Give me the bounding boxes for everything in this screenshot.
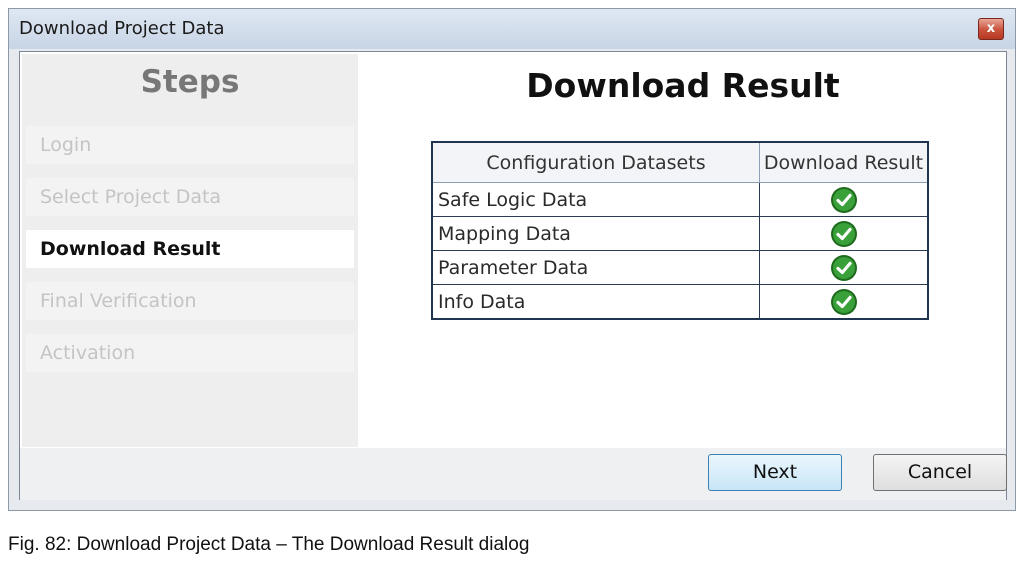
check-circle-icon: [830, 288, 857, 315]
step-final-verification: Final Verification: [26, 282, 354, 320]
step-download-result: Download Result: [26, 230, 354, 268]
step-login: Login: [26, 126, 354, 164]
dataset-name: Info Data: [431, 284, 760, 320]
figure-caption: Fig. 82: Download Project Data – The Dow…: [8, 534, 530, 555]
column-header-configuration-datasets: Configuration Datasets: [431, 141, 760, 183]
cancel-button[interactable]: Cancel: [873, 454, 1007, 491]
dataset-name: Mapping Data: [431, 216, 760, 251]
dataset-name: Parameter Data: [431, 250, 760, 285]
download-project-data-dialog: Download Project Data x Steps Login Sele…: [8, 8, 1016, 511]
download-result-cell: [759, 216, 929, 251]
dataset-name: Safe Logic Data: [431, 182, 760, 217]
next-button[interactable]: Next: [708, 454, 842, 491]
table-header-row: Configuration Datasets Download Result: [431, 141, 929, 183]
column-header-download-result: Download Result: [759, 141, 929, 183]
page-title: Download Result: [526, 66, 840, 105]
step-select-project-data: Select Project Data: [26, 178, 354, 216]
table-row: Parameter Data: [431, 250, 929, 285]
close-icon: x: [986, 21, 996, 36]
download-results-table: Configuration Datasets Download Result S…: [431, 141, 929, 320]
download-result-cell: [759, 284, 929, 320]
download-result-cell: [759, 250, 929, 285]
title-bar[interactable]: Download Project Data x: [9, 9, 1015, 49]
steps-sidebar: Steps Login Select Project Data Download…: [22, 54, 358, 447]
check-circle-icon: [830, 220, 857, 247]
steps-title: Steps: [140, 64, 240, 100]
close-button[interactable]: x: [978, 18, 1004, 40]
step-activation: Activation: [26, 334, 354, 372]
button-bar: Next Cancel: [20, 448, 1007, 500]
window-title: Download Project Data: [19, 18, 225, 39]
table-row: Safe Logic Data: [431, 182, 929, 217]
table-row: Mapping Data: [431, 216, 929, 251]
dialog-content: Steps Login Select Project Data Download…: [19, 51, 1007, 500]
table-row: Info Data: [431, 284, 929, 320]
check-circle-icon: [830, 186, 857, 213]
check-circle-icon: [830, 254, 857, 281]
download-result-cell: [759, 182, 929, 217]
